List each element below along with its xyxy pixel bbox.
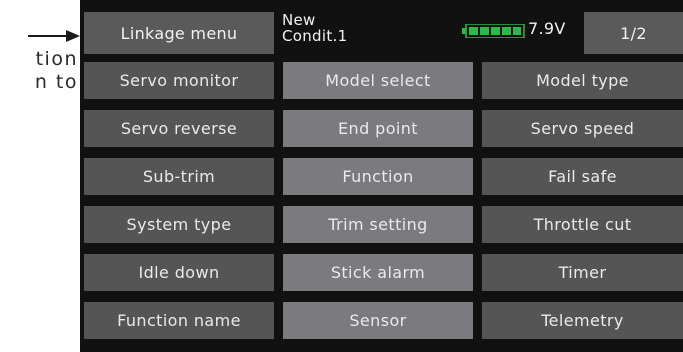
model-select-button[interactable]: Model select	[283, 62, 473, 99]
stick-alarm-button[interactable]: Stick alarm	[283, 254, 473, 291]
servo-reverse-button[interactable]: Servo reverse	[84, 110, 274, 147]
condition-label: New Condit.1	[282, 12, 347, 44]
battery-voltage: 7.9V	[528, 19, 566, 38]
sensor-button[interactable]: Sensor	[283, 302, 473, 339]
fail-safe-button[interactable]: Fail safe	[482, 158, 683, 195]
menu-row-6: Function name Sensor Telemetry	[84, 302, 683, 339]
menu-row-5: Idle down Stick alarm Timer	[84, 254, 683, 291]
servo-speed-button[interactable]: Servo speed	[482, 110, 683, 147]
condition-line-2: Condit.1	[282, 27, 348, 45]
throttle-cut-button[interactable]: Throttle cut	[482, 206, 683, 243]
trim-setting-button[interactable]: Trim setting	[283, 206, 473, 243]
linkage-menu-button[interactable]: Linkage menu	[84, 12, 274, 54]
screen-header: Linkage menu New Condit.1 7.9V 1/2	[80, 0, 683, 54]
menu-row-2: Servo reverse End point Servo speed	[84, 110, 683, 147]
timer-button[interactable]: Timer	[482, 254, 683, 291]
callout-arrow-icon	[28, 30, 80, 42]
battery-icon	[462, 24, 525, 38]
function-name-button[interactable]: Function name	[84, 302, 274, 339]
page-indicator-button[interactable]: 1/2	[584, 12, 683, 54]
menu-row-4: System type Trim setting Throttle cut	[84, 206, 683, 243]
end-point-button[interactable]: End point	[283, 110, 473, 147]
margin-text-line-2: n to	[34, 71, 78, 93]
sub-trim-button[interactable]: Sub-trim	[84, 158, 274, 195]
idle-down-button[interactable]: Idle down	[84, 254, 274, 291]
transmitter-screen: Linkage menu New Condit.1 7.9V 1/2 Servo…	[80, 0, 683, 352]
servo-monitor-button[interactable]: Servo monitor	[84, 62, 274, 99]
function-button[interactable]: Function	[283, 158, 473, 195]
telemetry-button[interactable]: Telemetry	[482, 302, 683, 339]
margin-text-line-1: tion	[35, 48, 78, 70]
system-type-button[interactable]: System type	[84, 206, 274, 243]
menu-row-1: Servo monitor Model select Model type	[84, 62, 683, 99]
condition-line-1: New	[282, 11, 316, 29]
menu-row-3: Sub-trim Function Fail safe	[84, 158, 683, 195]
model-type-button[interactable]: Model type	[482, 62, 683, 99]
